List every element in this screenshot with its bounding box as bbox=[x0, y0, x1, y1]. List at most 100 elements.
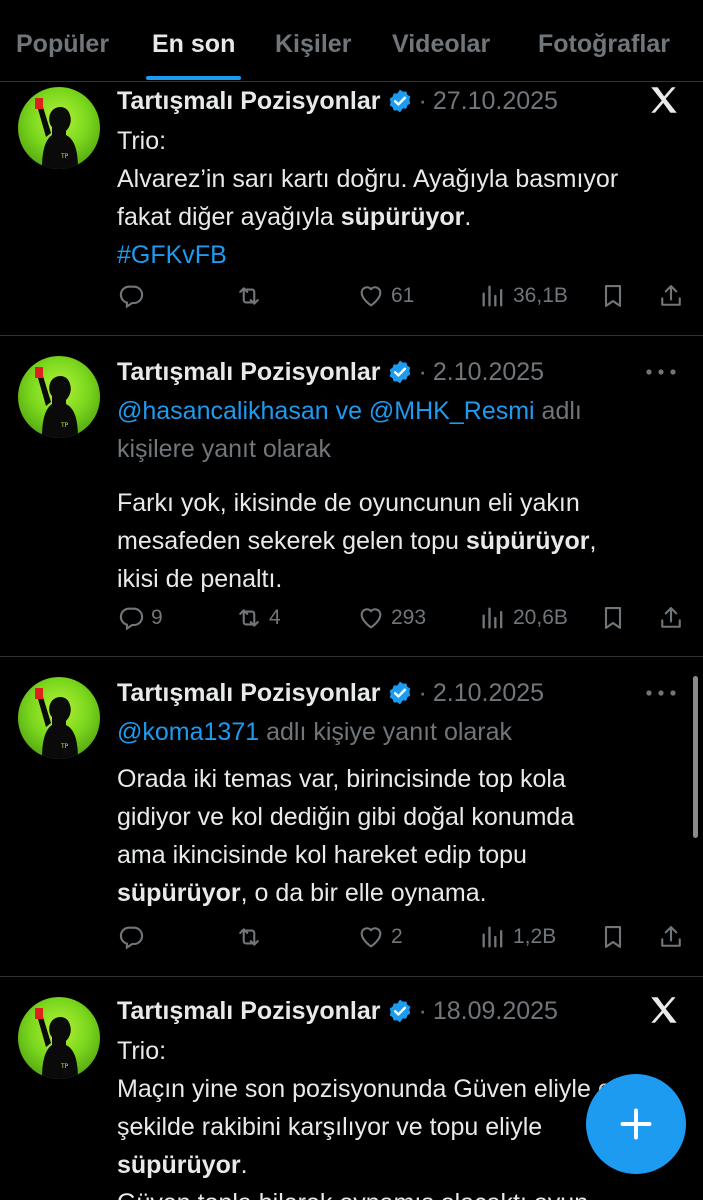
tab-photos[interactable]: Fotoğraflar bbox=[538, 0, 670, 82]
mention-link[interactable]: @koma1371 bbox=[117, 718, 259, 746]
reply-button[interactable]: 9 bbox=[117, 598, 163, 638]
reply-label: adlı kişiye yanıt olarak bbox=[259, 718, 513, 746]
share-icon bbox=[661, 926, 681, 947]
tab-label: Kişiler bbox=[275, 30, 352, 58]
reply-icon bbox=[119, 926, 144, 950]
author-name[interactable]: Tartışmalı Pozisyonlar bbox=[117, 679, 381, 708]
views-button[interactable]: 1,2B bbox=[479, 917, 556, 957]
tab-label: En son bbox=[152, 30, 236, 58]
text-line: Trio: bbox=[117, 1037, 167, 1065]
search-tabs: Popüler En son Kişiler Videolar Fotoğraf… bbox=[0, 0, 703, 82]
tweet-date[interactable]: 18.09.2025 bbox=[433, 997, 558, 1026]
text-segment: , bbox=[589, 527, 597, 555]
text-segment: . bbox=[464, 203, 472, 231]
retweet-button[interactable] bbox=[235, 917, 269, 957]
reply-label: adlı bbox=[534, 397, 582, 425]
verified-badge-icon bbox=[389, 681, 410, 705]
like-button[interactable]: 293 bbox=[357, 598, 426, 638]
text-line: ikisi de penaltı. bbox=[117, 565, 283, 593]
text-segment: fakat diğer ayağıyla bbox=[117, 203, 341, 231]
tab-videos[interactable]: Videolar bbox=[392, 0, 490, 82]
author-name[interactable]: Tartışmalı Pozisyonlar bbox=[117, 87, 381, 116]
scrollbar[interactable] bbox=[693, 676, 698, 838]
avatar-text: TP bbox=[60, 1063, 69, 1070]
tweet[interactable]: TP Tartışmalı Pozisyonlar · 2.10.2025 @k… bbox=[0, 657, 703, 977]
view-count: 20,6B bbox=[513, 606, 568, 629]
bold-keyword: süpürüyor bbox=[340, 203, 465, 231]
tweet-actions: 2 1,2B bbox=[117, 917, 687, 957]
share-button[interactable] bbox=[657, 917, 685, 957]
text-line: ama ikincisinde kol hareket edip topu bbox=[117, 841, 527, 869]
share-button[interactable] bbox=[657, 276, 685, 316]
like-count: 61 bbox=[391, 284, 415, 307]
like-button[interactable]: 61 bbox=[357, 276, 414, 316]
reply-button[interactable] bbox=[117, 276, 151, 316]
tweet-header: Tartışmalı Pozisyonlar · 27.10.2025 bbox=[117, 83, 681, 119]
views-button[interactable]: 36,1B bbox=[479, 276, 568, 316]
plus-icon bbox=[620, 1108, 652, 1140]
avatar[interactable]: TP bbox=[18, 87, 100, 169]
separator: · bbox=[418, 678, 427, 707]
tweet-date[interactable]: 2.10.2025 bbox=[433, 679, 544, 708]
share-icon bbox=[661, 607, 681, 628]
view-count: 1,2B bbox=[513, 925, 557, 948]
mention-link[interactable]: @hasancalikhasan bbox=[117, 397, 329, 425]
reply-context: @koma1371 adlı kişiye yanıt olarak bbox=[117, 713, 681, 751]
retweet-button[interactable] bbox=[235, 276, 269, 316]
text-line: Trio: bbox=[117, 127, 167, 155]
tweet-header: Tartışmalı Pozisyonlar · 2.10.2025 bbox=[117, 675, 681, 711]
like-count: 293 bbox=[391, 606, 427, 629]
x-logo-icon bbox=[651, 87, 677, 113]
separator: · bbox=[418, 996, 427, 1025]
reply-button[interactable] bbox=[117, 917, 151, 957]
view-count: 36,1B bbox=[513, 284, 568, 307]
avatar[interactable]: TP bbox=[18, 997, 100, 1079]
tweet-date[interactable]: 27.10.2025 bbox=[433, 87, 558, 116]
mention-link[interactable]: @MHK_Resmi bbox=[369, 397, 535, 425]
bookmark-button[interactable] bbox=[599, 598, 627, 638]
author-name[interactable]: Tartışmalı Pozisyonlar bbox=[117, 358, 381, 387]
more-options-icon[interactable] bbox=[641, 681, 681, 705]
x-logo-icon bbox=[651, 997, 677, 1023]
tweet[interactable]: TP Tartışmalı Pozisyonlar · 18.09.2025 T… bbox=[0, 977, 703, 1200]
text-line: Farkı yok, ikisinde de oyuncunun eli yak… bbox=[117, 489, 580, 517]
views-button[interactable]: 20,6B bbox=[479, 598, 568, 638]
bold-keyword: süpürüyor bbox=[117, 1151, 241, 1179]
author-name[interactable]: Tartışmalı Pozisyonlar bbox=[117, 997, 381, 1026]
views-chart-icon bbox=[482, 285, 503, 307]
reply-icon bbox=[119, 285, 144, 309]
retweet-icon bbox=[239, 928, 259, 946]
tab-people[interactable]: Kişiler bbox=[275, 0, 351, 82]
hashtag-link[interactable]: #GFKvFB bbox=[117, 236, 681, 274]
bookmark-button[interactable] bbox=[599, 917, 627, 957]
bookmark-icon bbox=[604, 285, 622, 307]
more-options-icon[interactable] bbox=[641, 360, 681, 384]
retweet-button[interactable]: 4 bbox=[235, 598, 281, 638]
tab-latest[interactable]: En son bbox=[146, 0, 242, 82]
compose-button[interactable] bbox=[586, 1074, 686, 1174]
avatar[interactable]: TP bbox=[18, 677, 100, 759]
like-button[interactable]: 2 bbox=[357, 917, 403, 957]
tweet[interactable]: TP Tartışmalı Pozisyonlar · 2.10.2025 @h… bbox=[0, 336, 703, 657]
share-icon bbox=[661, 285, 681, 306]
share-button[interactable] bbox=[657, 598, 685, 638]
text-segment: mesafeden sekerek gelen topu bbox=[117, 527, 466, 555]
tweet[interactable]: TP Tartışmalı Pozisyonlar · 27.10.2025 T… bbox=[0, 83, 703, 336]
active-tab-indicator bbox=[146, 76, 242, 80]
reply-icon bbox=[119, 607, 144, 631]
bookmark-button[interactable] bbox=[599, 276, 627, 316]
verified-badge-icon bbox=[389, 89, 410, 113]
heart-icon bbox=[360, 286, 382, 307]
avatar-text: TP bbox=[60, 743, 69, 750]
bold-keyword: süpürüyor bbox=[117, 879, 241, 907]
verified-badge-icon bbox=[389, 360, 410, 384]
tweet-date[interactable]: 2.10.2025 bbox=[433, 358, 544, 387]
tweet-feed: TP Tartışmalı Pozisyonlar · 27.10.2025 T… bbox=[0, 83, 703, 1200]
text-line: süpürüyor, o da bir elle oynama. bbox=[117, 874, 681, 912]
tab-popular[interactable]: Popüler bbox=[16, 0, 109, 82]
text-line: Alvarez’in sarı kartı doğru. Ayağıyla ba… bbox=[117, 165, 619, 193]
retweet-count: 4 bbox=[269, 606, 281, 629]
bookmark-icon bbox=[604, 607, 622, 629]
avatar[interactable]: TP bbox=[18, 356, 100, 438]
text-line: Güven topla bilerek oynamış olacaktı oyu… bbox=[117, 1184, 681, 1200]
